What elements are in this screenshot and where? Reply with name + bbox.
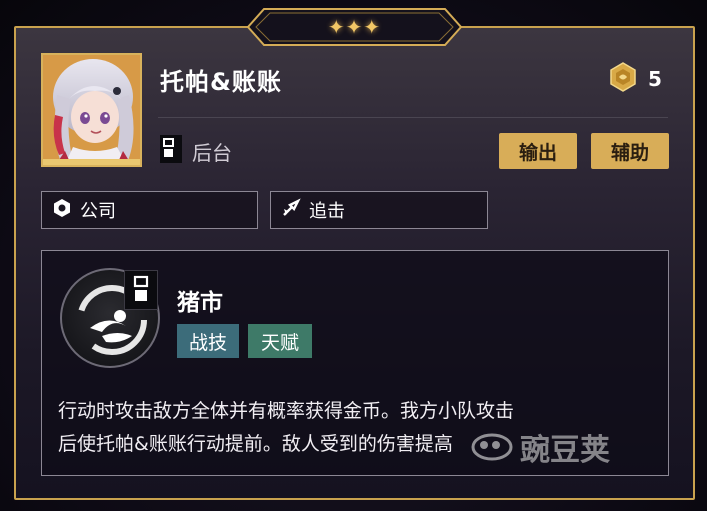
trait-company[interactable]: 公司 [41,191,258,229]
watermark-logo-icon [470,425,514,469]
description-line: 行动时攻击敌方全体并有概率获得金币。我方小队攻击 [58,400,515,422]
path-icon [160,135,182,167]
path-label: 后台 [192,140,232,165]
skill-tag-talent: 天赋 [248,324,312,358]
skill-path-badge [124,270,158,310]
cost-value: 5 [648,67,662,91]
trait-label: 追击 [309,201,345,222]
cost-display: 5 [608,62,662,96]
skill-tag-skill: 战技 [177,324,239,358]
coin-icon [608,62,638,96]
watermark-text: 豌豆荚 [520,433,610,468]
skill-name: 猪市 [177,290,223,316]
portrait-frame-accent [43,159,140,165]
path-row: 后台 [160,135,232,167]
watermark: 豌豆荚 [470,425,610,469]
follow-up-icon [281,197,301,223]
header-divider [158,117,668,118]
trait-follow-up[interactable]: 追击 [270,191,488,229]
character-portrait [41,53,142,167]
role-support-button[interactable]: 辅助 [591,133,669,169]
rarity-stars: ✦✦✦ [327,15,382,39]
rarity-tab: ✦✦✦ [246,7,463,47]
character-name: 托帕&账账 [160,68,282,96]
role-dps-button[interactable]: 输出 [499,133,577,169]
company-icon [52,198,72,223]
trait-label: 公司 [80,201,116,222]
